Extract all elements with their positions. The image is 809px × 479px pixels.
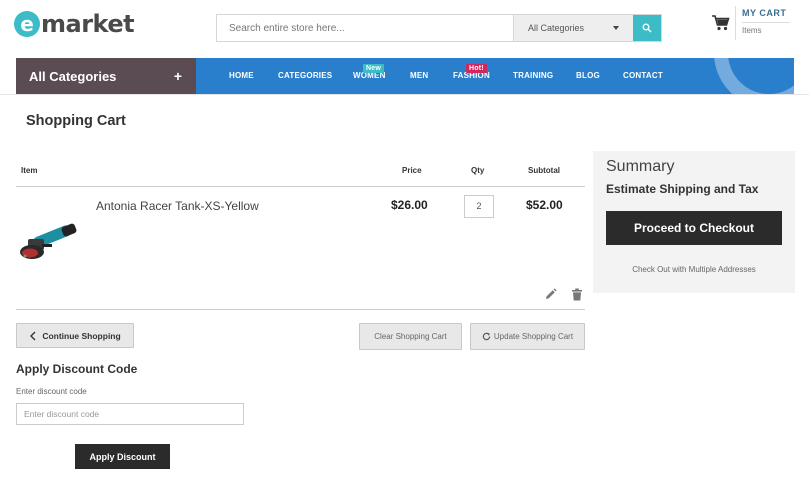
column-header-item: Item <box>21 166 38 175</box>
trash-icon[interactable] <box>571 288 583 301</box>
all-categories-toggle[interactable]: All Categories + <box>16 58 196 94</box>
table-footer-divider <box>16 309 585 310</box>
update-cart-label: Update Shopping Cart <box>493 332 574 341</box>
discount-code-input[interactable] <box>16 403 244 425</box>
apply-discount-button[interactable]: Apply Discount <box>75 444 170 469</box>
nav-item-fashion[interactable]: Hot! FASHION <box>453 64 490 80</box>
proceed-to-checkout-button[interactable]: Proceed to Checkout <box>606 211 782 245</box>
nav-item-women[interactable]: New WOMEN <box>353 64 386 80</box>
pencil-icon[interactable] <box>544 288 557 301</box>
category-select-value: All Categories <box>528 23 585 33</box>
search-input[interactable] <box>217 15 513 41</box>
checkout-label: Proceed to Checkout <box>633 221 755 235</box>
nav-item-home[interactable]: HOME <box>229 71 254 80</box>
mini-cart[interactable]: MY CART Items <box>707 6 799 40</box>
column-header-price: Price <box>402 166 422 175</box>
product-price: $26.00 <box>391 198 428 212</box>
search-icon <box>642 23 652 33</box>
cart-summary: Summary Estimate Shipping and Tax Procee… <box>593 151 795 293</box>
chevron-left-icon <box>30 331 36 340</box>
hot-badge: Hot! <box>466 64 487 73</box>
site-logo[interactable]: e market <box>14 10 135 38</box>
nav-item-contact[interactable]: CONTACT <box>623 71 663 80</box>
nav-item-categories[interactable]: CATEGORIES <box>278 71 332 80</box>
multiple-addresses-link[interactable]: Check Out with Multiple Addresses <box>593 265 795 274</box>
discount-label: Enter discount code <box>16 387 87 396</box>
nav-item-blog[interactable]: BLOG <box>576 71 600 80</box>
continue-shopping-button[interactable]: Continue Shopping <box>16 323 134 348</box>
new-badge: New <box>363 64 384 73</box>
search-button[interactable] <box>633 15 661 41</box>
nav-item-men[interactable]: MEN <box>410 71 428 80</box>
discount-title: Apply Discount Code <box>16 362 138 376</box>
chevron-down-icon <box>613 26 619 30</box>
cart-items-label: Items <box>742 26 762 35</box>
apply-discount-label: Apply Discount <box>89 451 156 462</box>
nav-item-training[interactable]: TRAINING <box>513 71 553 80</box>
plus-icon: + <box>173 68 182 84</box>
clear-cart-button[interactable]: Clear Shopping Cart <box>359 323 462 350</box>
product-image[interactable] <box>18 222 80 266</box>
nav-decoration <box>714 58 794 94</box>
logo-text: market <box>41 10 135 38</box>
update-cart-button[interactable]: Update Shopping Cart <box>470 323 585 350</box>
page-title: Shopping Cart <box>26 113 126 129</box>
all-categories-label: All Categories <box>29 68 117 84</box>
cart-icon <box>707 6 735 40</box>
column-header-subtotal: Subtotal <box>528 166 560 175</box>
continue-shopping-label: Continue Shopping <box>42 330 121 341</box>
summary-title: Summary <box>606 158 675 175</box>
logo-letter: e <box>14 11 40 37</box>
search-bar: All Categories <box>216 14 662 42</box>
mini-cart-text: MY CART Items <box>735 6 791 40</box>
refresh-icon <box>482 332 491 341</box>
product-name-link[interactable]: Antonia Racer Tank-XS-Yellow <box>96 199 259 213</box>
table-header-divider <box>16 186 585 187</box>
main-nav: HOME CATEGORIES New WOMEN MEN Hot! FASHI… <box>196 58 794 94</box>
column-header-qty: Qty <box>471 166 485 175</box>
nav-divider <box>0 94 809 95</box>
estimate-shipping-toggle[interactable]: Estimate Shipping and Tax <box>606 182 758 196</box>
cart-title: MY CART <box>742 6 791 23</box>
product-subtotal: $52.00 <box>526 198 563 212</box>
quantity-input[interactable]: 2 <box>464 195 494 218</box>
category-select[interactable]: All Categories <box>513 15 633 41</box>
clear-cart-label: Clear Shopping Cart <box>374 332 447 341</box>
